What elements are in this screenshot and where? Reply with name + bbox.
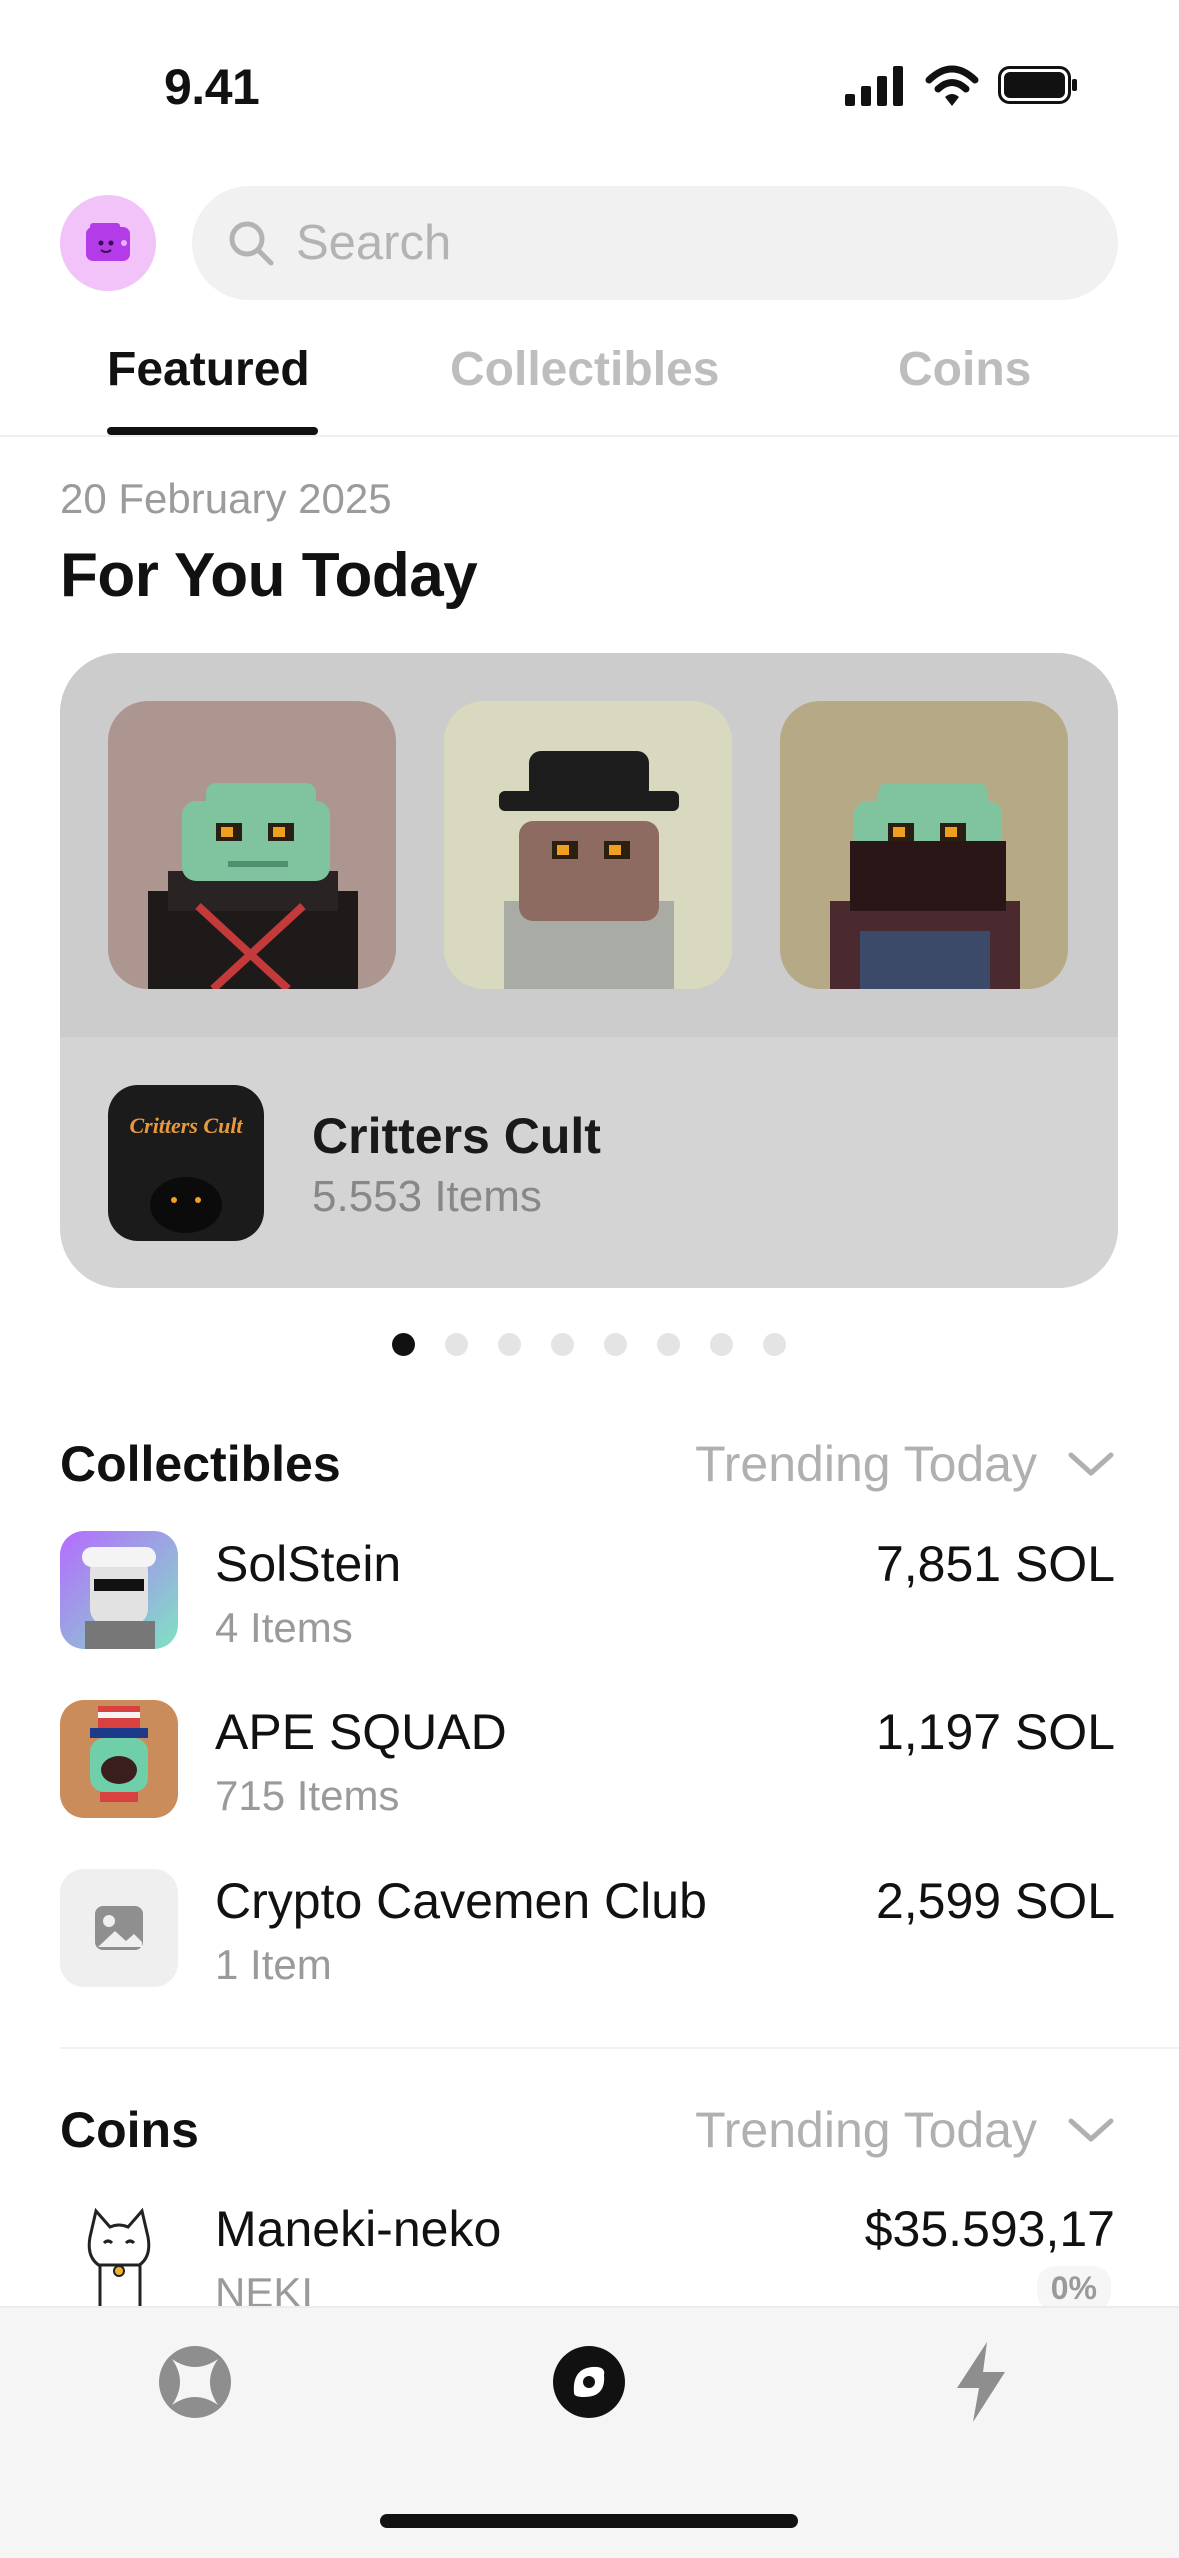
collectible-name[interactable]: SolStein — [215, 1535, 401, 1593]
coin-name[interactable]: Maneki-neko — [215, 2200, 501, 2258]
coins-filter-dropdown[interactable]: Trending Today — [695, 2101, 1115, 2159]
pagination-dot[interactable] — [551, 1333, 574, 1356]
collectible-item-count: 715 Items — [215, 1772, 400, 1819]
collectible-item-count: 4 Items — [215, 1604, 353, 1651]
coins-section-title: Coins — [60, 2102, 199, 2158]
collection-info: Critters Cult Critters Cult 5.553 Items — [60, 1037, 1118, 1288]
collectibles-filter-dropdown[interactable]: Trending Today — [695, 1435, 1115, 1493]
explore-nav-icon[interactable] — [158, 2345, 232, 2419]
nft-preview-1 — [108, 701, 396, 989]
collectible-floor-price: 1,197 SOL — [875, 1704, 1115, 1760]
activity-lightning-icon[interactable] — [951, 2340, 1011, 2424]
chevron-down-icon — [1068, 1452, 1114, 1476]
pagination-dot[interactable] — [763, 1333, 786, 1356]
collection-item-count: 5.553 Items — [312, 1172, 542, 1221]
featured-date: 20 February 2025 — [60, 475, 392, 522]
solstein-collection-icon — [60, 1531, 178, 1649]
collectible-floor-price: 2,599 SOL — [875, 1873, 1115, 1929]
collectible-floor-price: 7,851 SOL — [875, 1536, 1115, 1592]
maneki-neko-coin-icon — [60, 2197, 178, 2315]
battery-icon — [998, 66, 1077, 104]
tab-collectibles[interactable]: Collectibles — [450, 342, 719, 397]
wallet-avatar-button[interactable] — [60, 195, 156, 291]
collectible-name[interactable]: APE SQUAD — [215, 1703, 507, 1761]
collection-thumbnail: Critters Cult — [108, 1085, 264, 1241]
coin-change-badge: 0% — [1036, 2266, 1111, 2311]
pagination-dot[interactable] — [657, 1333, 680, 1356]
discover-nav-icon[interactable] — [552, 2345, 626, 2419]
pagination-dot[interactable] — [392, 1333, 415, 1356]
image-placeholder-icon — [95, 1906, 143, 1950]
coins-filter-label: Trending Today — [695, 2102, 1037, 2158]
pagination-dot[interactable] — [445, 1333, 468, 1356]
featured-collection-card[interactable]: Critters Cult Critters Cult 5.553 Items — [60, 653, 1118, 1288]
tab-divider — [0, 435, 1179, 437]
collectible-name[interactable]: Crypto Cavemen Club — [215, 1872, 707, 1930]
pagination-dot[interactable] — [710, 1333, 733, 1356]
chevron-down-icon — [1068, 2118, 1114, 2142]
tab-coins[interactable]: Coins — [898, 342, 1031, 397]
svg-text:Critters Cult: Critters Cult — [129, 1113, 243, 1138]
pagination-dot[interactable] — [498, 1333, 521, 1356]
cellular-signal-icon — [845, 66, 903, 106]
search-input[interactable] — [294, 214, 1058, 272]
ape-squad-collection-icon — [60, 1700, 178, 1818]
tab-featured[interactable]: Featured — [107, 342, 310, 397]
pagination-dot[interactable] — [604, 1333, 627, 1356]
nft-preview-strip — [60, 653, 1118, 1037]
collectibles-section-title: Collectibles — [60, 1436, 341, 1492]
status-time: 9.41 — [164, 59, 260, 115]
crypto-cavemen-club-collection-icon — [60, 1869, 178, 1987]
wallet-icon — [86, 223, 130, 261]
nft-preview-2 — [444, 701, 732, 989]
section-divider — [60, 2047, 1179, 2049]
coin-price: $35.593,17 — [864, 2201, 1115, 2257]
wifi-icon — [925, 65, 979, 106]
search-bar[interactable] — [192, 186, 1118, 300]
home-indicator — [380, 2514, 798, 2528]
collectibles-filter-label: Trending Today — [695, 1436, 1037, 1492]
carousel-pagination[interactable] — [392, 1333, 786, 1356]
collectible-item-count: 1 Item — [215, 1941, 332, 1988]
page-title: For You Today — [60, 541, 478, 610]
active-tab-indicator — [107, 427, 318, 435]
collection-name: Critters Cult — [312, 1108, 601, 1164]
nft-preview-3 — [780, 701, 1068, 989]
search-icon — [229, 221, 274, 266]
